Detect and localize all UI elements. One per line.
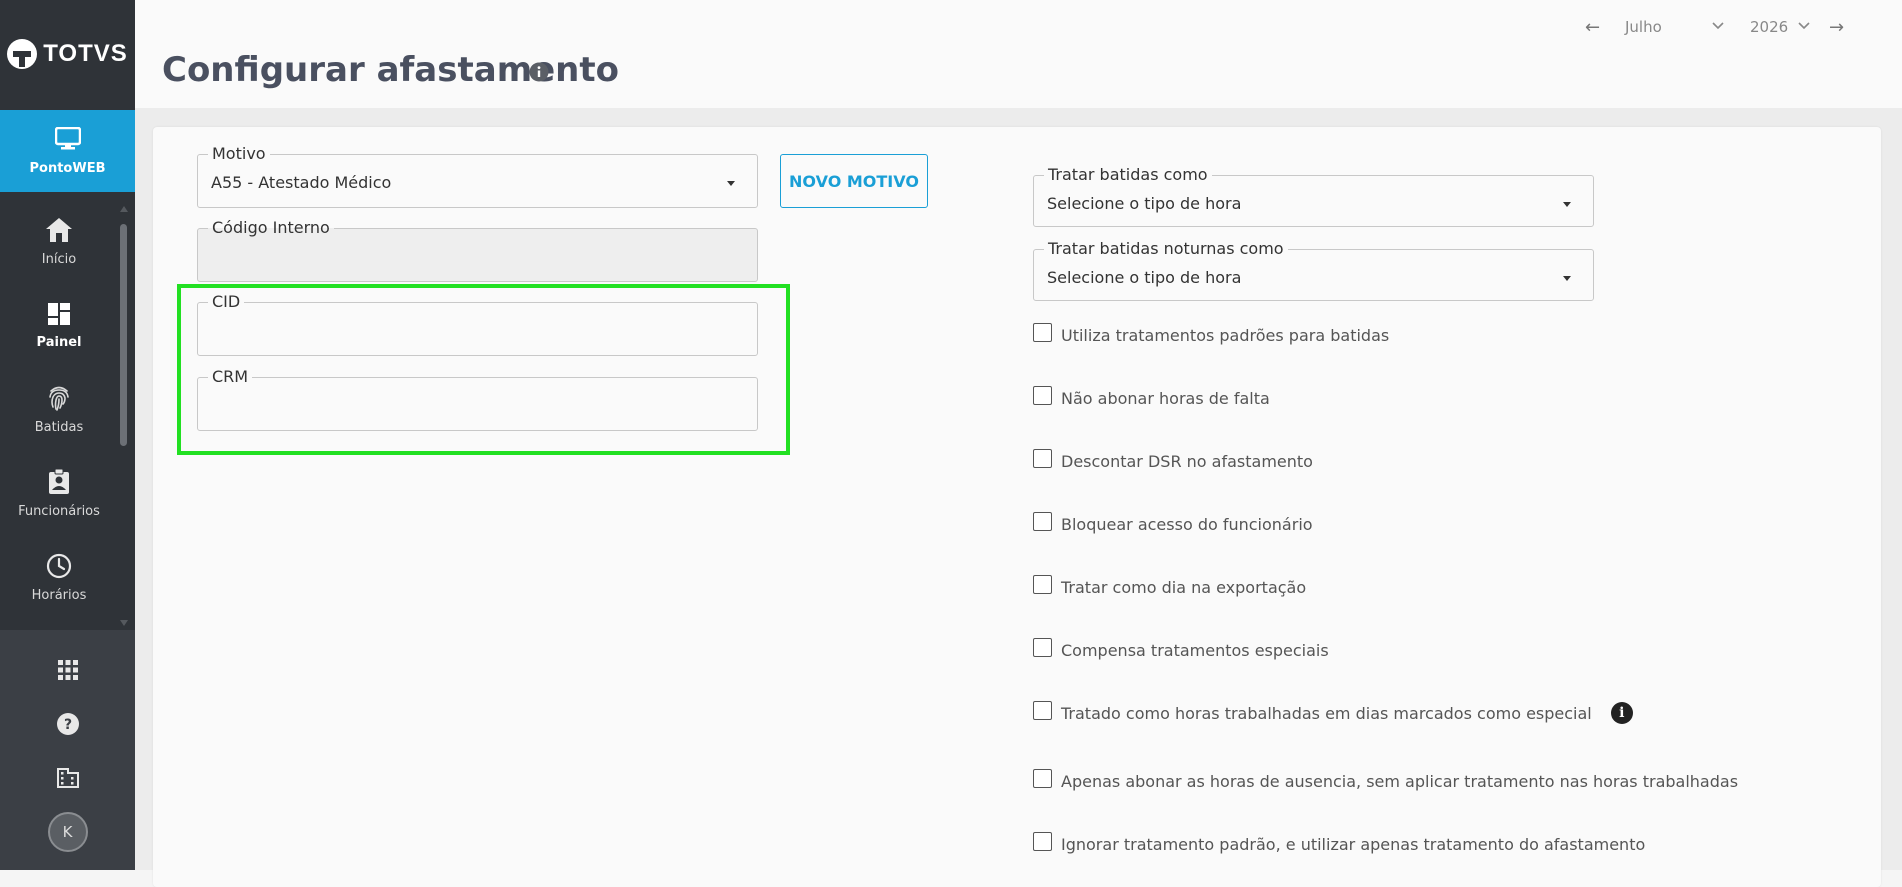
- checkbox[interactable]: [1033, 638, 1052, 657]
- clock-icon: [46, 553, 72, 579]
- avatar[interactable]: K: [47, 812, 88, 852]
- sidebar-item-horarios[interactable]: Horários: [0, 538, 118, 618]
- building-icon: [56, 768, 79, 788]
- apps-button[interactable]: [0, 650, 135, 690]
- checkbox[interactable]: [1033, 386, 1052, 405]
- checkbox-compensa-tratamentos[interactable]: Compensa tratamentos especiais: [1033, 638, 1329, 660]
- checkbox[interactable]: [1033, 700, 1052, 720]
- checkbox-bloquear-acesso[interactable]: Bloquear acesso do funcionário: [1033, 512, 1313, 534]
- checkbox[interactable]: [1033, 512, 1052, 531]
- codigo-interno-label: Código Interno: [208, 218, 334, 238]
- month-select[interactable]: Julho: [1625, 18, 1740, 36]
- checkbox[interactable]: [1033, 832, 1052, 851]
- tratar-noturnas-value: Selecione o tipo de hora: [1047, 268, 1242, 287]
- caret-down-icon: [1563, 276, 1571, 281]
- dashboard-icon: [48, 303, 70, 325]
- sidebar-item-label: Início: [41, 252, 77, 267]
- tratar-batidas-select[interactable]: Tratar batidas como Selecione o tipo de …: [1033, 165, 1594, 227]
- totvs-logo[interactable]: TOTVS: [0, 0, 135, 108]
- info-icon[interactable]: [529, 62, 549, 82]
- tratar-batidas-value: Selecione o tipo de hora: [1047, 194, 1242, 213]
- sidebar-item-painel[interactable]: Painel: [0, 286, 118, 366]
- motivo-label: Motivo: [208, 144, 270, 164]
- sidebar-bottom: ? K: [0, 630, 135, 870]
- checkbox-label: Utiliza tratamentos padrões para batidas: [1061, 326, 1390, 345]
- sidebar-item-label: Funcionários: [18, 504, 100, 519]
- scroll-up-arrow-icon[interactable]: [120, 206, 128, 212]
- scroll-down-arrow-icon[interactable]: [120, 620, 128, 626]
- chevron-down-icon: [1712, 22, 1724, 30]
- help-button[interactable]: ?: [0, 704, 135, 744]
- month-value: Julho: [1625, 18, 1662, 36]
- logo-text: TOTVS: [43, 40, 128, 67]
- chevron-down-icon: [1798, 22, 1810, 30]
- sidebar-item-inicio[interactable]: Início: [0, 202, 118, 282]
- checkbox-label: Apenas abonar as horas de ausencia, sem …: [1061, 772, 1739, 791]
- motivo-value: A55 - Atestado Médico: [211, 173, 392, 192]
- novo-motivo-button[interactable]: NOVO MOTIVO: [780, 154, 928, 208]
- sidebar-item-funcionarios[interactable]: Funcionários: [0, 454, 118, 534]
- checkbox-label: Tratar como dia na exportação: [1061, 578, 1307, 597]
- next-month-arrow-icon[interactable]: →: [1829, 17, 1844, 38]
- sidebar-item-batidas[interactable]: Batidas: [0, 370, 118, 450]
- checkbox-apenas-abonar[interactable]: Apenas abonar as horas de ausencia, sem …: [1033, 769, 1739, 791]
- monitor-icon: [54, 126, 81, 149]
- sidebar-item-label: Batidas: [34, 420, 84, 435]
- checkbox-descontar-dsr[interactable]: Descontar DSR no afastamento: [1033, 449, 1313, 471]
- home-icon: [46, 218, 72, 242]
- checkbox[interactable]: [1033, 323, 1052, 342]
- company-button[interactable]: [0, 758, 135, 798]
- sidebar-item-pontoweb[interactable]: PontoWEB: [0, 110, 135, 202]
- checkbox-utiliza-tratamentos[interactable]: Utiliza tratamentos padrões para batidas: [1033, 323, 1390, 345]
- sidebar-nav: Início Painel Batidas Funcionários Horár…: [0, 192, 135, 630]
- sidebar-item-label: PontoWEB: [29, 160, 106, 176]
- checkbox-label: Não abonar horas de falta: [1061, 389, 1270, 408]
- apps-grid-icon: [57, 660, 78, 680]
- year-value: 2026: [1750, 18, 1789, 36]
- tratar-noturnas-label: Tratar batidas noturnas como: [1044, 239, 1288, 259]
- scroll-thumb[interactable]: [120, 224, 127, 446]
- page-header: Configurar afastamento ← Julho 2026 →: [135, 0, 1902, 108]
- sidebar: TOTVS PontoWEB Início Painel Batidas Fun…: [0, 0, 135, 870]
- sidebar-item-label: Horários: [31, 588, 87, 603]
- info-icon[interactable]: i: [1610, 702, 1633, 724]
- checkbox[interactable]: [1033, 449, 1052, 468]
- svg-text:?: ?: [63, 717, 71, 733]
- checkbox-label: Ignorar tratamento padrão, e utilizar ap…: [1061, 835, 1646, 854]
- caret-down-icon: [727, 181, 735, 186]
- motivo-select[interactable]: Motivo A55 - Atestado Médico: [197, 144, 758, 208]
- totvs-logo-icon: [7, 39, 38, 69]
- checkbox-nao-abonar[interactable]: Não abonar horas de falta: [1033, 386, 1270, 408]
- sidebar-item-label: Painel: [36, 335, 82, 350]
- previous-month-arrow-icon[interactable]: ←: [1585, 17, 1600, 38]
- sidebar-scrollbar[interactable]: [120, 206, 128, 626]
- checkbox[interactable]: [1033, 769, 1052, 788]
- tratar-batidas-label: Tratar batidas como: [1044, 165, 1212, 185]
- help-icon: ?: [56, 713, 79, 735]
- checkbox-ignorar-tratamento[interactable]: Ignorar tratamento padrão, e utilizar ap…: [1033, 832, 1646, 854]
- tratar-noturnas-select[interactable]: Tratar batidas noturnas como Selecione o…: [1033, 239, 1594, 301]
- checkbox-label: Bloquear acesso do funcionário: [1061, 515, 1313, 534]
- year-select[interactable]: 2026: [1750, 18, 1810, 36]
- user-menu[interactable]: K: [0, 812, 135, 852]
- fingerprint-icon: [49, 386, 69, 411]
- checkbox-label: Compensa tratamentos especiais: [1061, 641, 1329, 660]
- checkbox[interactable]: [1033, 575, 1052, 594]
- checkbox-tratar-dia-exportacao[interactable]: Tratar como dia na exportação: [1033, 575, 1307, 597]
- badge-icon: [49, 469, 69, 494]
- checkbox-label: Descontar DSR no afastamento: [1061, 452, 1313, 471]
- caret-down-icon: [1563, 202, 1571, 207]
- checkbox-horas-trabalhadas-especial[interactable]: Tratado como horas trabalhadas em dias m…: [1033, 700, 1633, 724]
- page-title: Configurar afastamento: [162, 50, 619, 90]
- codigo-interno-field: Código Interno: [197, 218, 758, 282]
- highlight-box: [177, 284, 790, 455]
- checkbox-label: Tratado como horas trabalhadas em dias m…: [1061, 703, 1592, 723]
